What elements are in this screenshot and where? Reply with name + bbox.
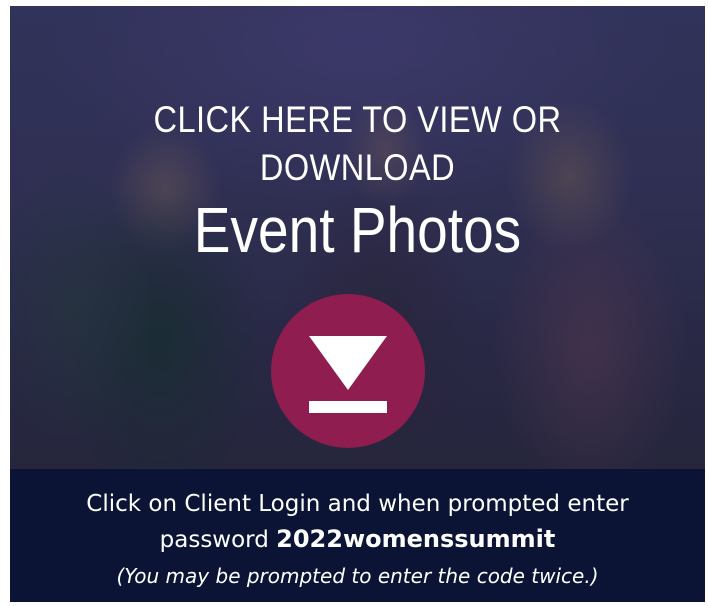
download-baseline-icon <box>309 401 387 413</box>
download-button[interactable] <box>271 294 425 448</box>
download-arrow-icon <box>309 336 387 390</box>
password-prefix: password <box>159 527 277 553</box>
instruction-text: Click on Client Login and when prompted … <box>86 491 629 517</box>
event-photos-link[interactable]: CLICK HERE TO VIEW OR DOWNLOAD Event Pho… <box>10 6 705 469</box>
password-value: 2022womenssummit <box>276 525 556 553</box>
headline-event-photos: Event Photos <box>193 194 522 266</box>
event-photos-card: CLICK HERE TO VIEW OR DOWNLOAD Event Pho… <box>10 6 705 602</box>
password-line: password 2022womenssummit <box>10 524 705 555</box>
login-instructions: Click on Client Login and when prompted … <box>10 469 705 602</box>
password-note: (You may be prompted to enter the code t… <box>116 564 599 588</box>
headline-line-2: DOWNLOAD <box>259 147 456 188</box>
headline-line-1: CLICK HERE TO VIEW OR <box>153 99 562 140</box>
